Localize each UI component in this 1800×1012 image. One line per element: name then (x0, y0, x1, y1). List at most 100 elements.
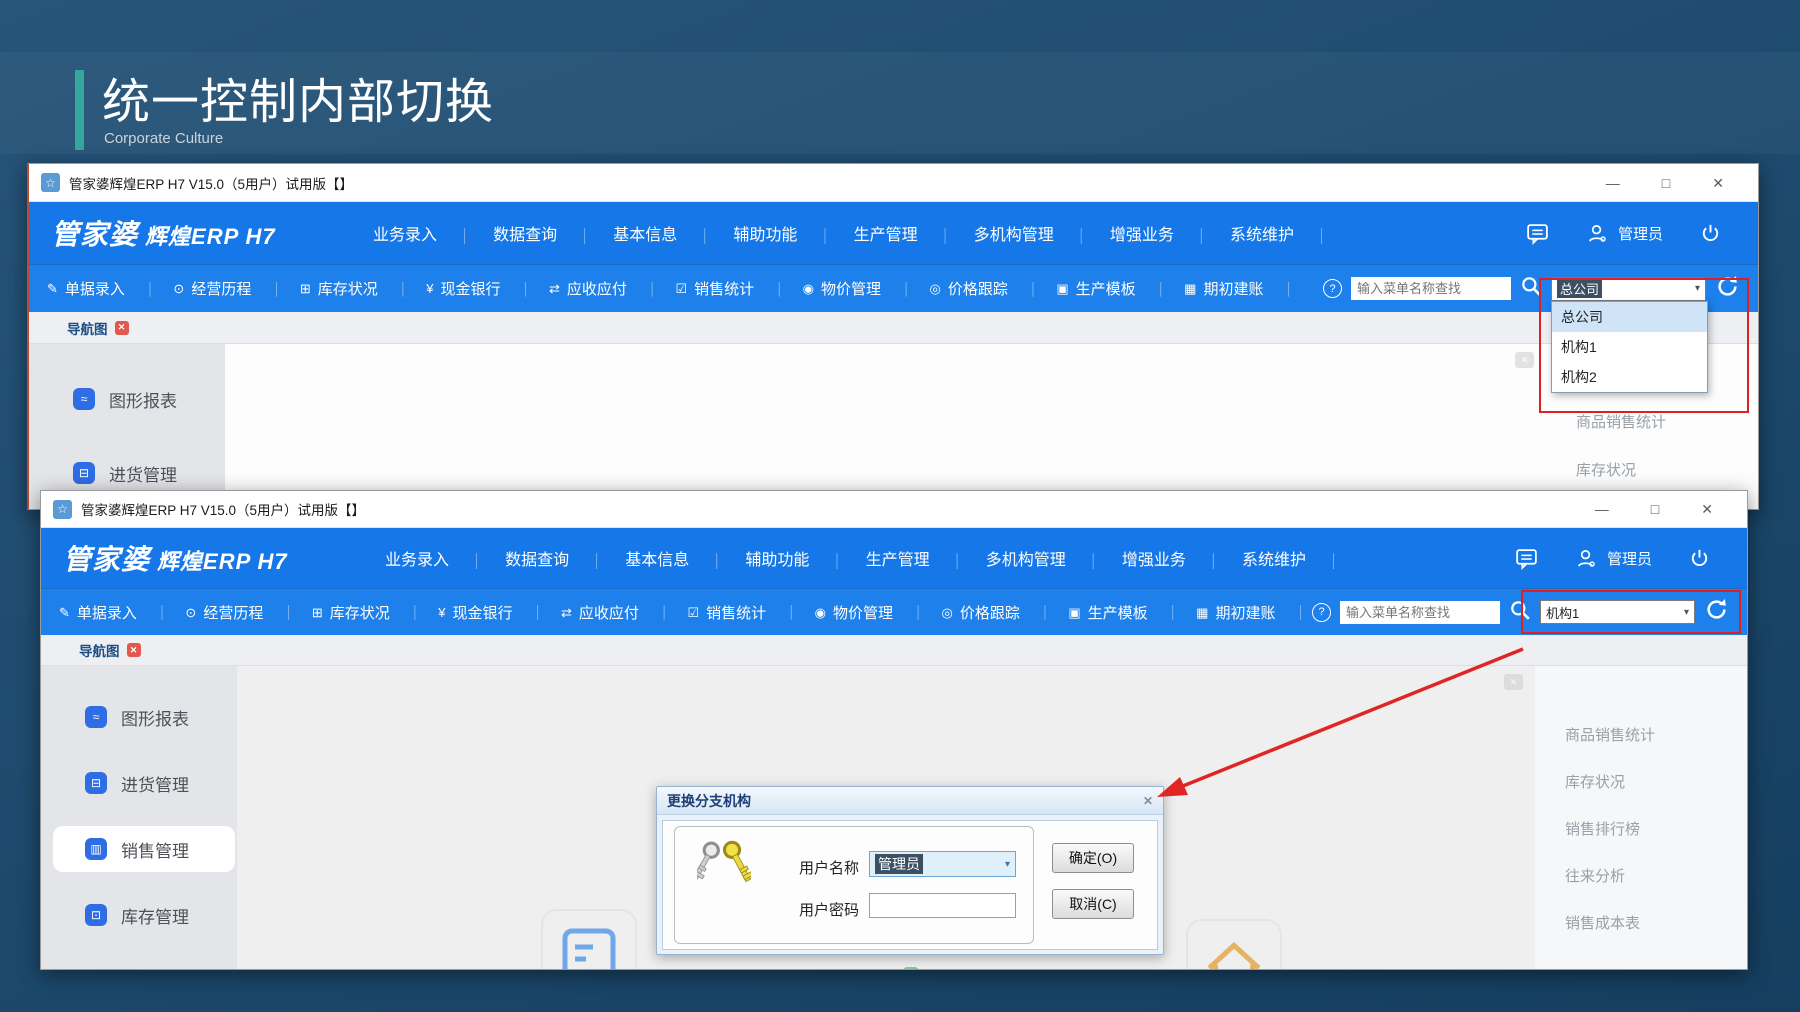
menu-item[interactable]: 辅助功能 (721, 546, 841, 570)
panel-close-icon[interactable]: ✕ (1515, 352, 1534, 368)
maximize-icon[interactable]: □ (1662, 176, 1670, 190)
init-account-icon: ▦ (1196, 606, 1208, 619)
close-icon[interactable]: ✕ (1712, 176, 1724, 190)
report-link[interactable]: 商品销售统计 (1565, 711, 1747, 758)
toolbar-item[interactable]: ◎价格跟踪 (941, 602, 1049, 623)
sidebar-item[interactable]: ≈图形报表 (29, 376, 225, 422)
toolbar-item[interactable]: ◉物价管理 (815, 602, 923, 623)
tab-close-icon[interactable]: ✕ (115, 321, 129, 335)
org-option[interactable]: 总公司 (1552, 302, 1707, 332)
menu-search-input[interactable] (1351, 277, 1511, 300)
report-link[interactable]: 库存状况 (1576, 445, 1758, 493)
toolbar-item[interactable]: ▦期初建账 (1184, 278, 1293, 299)
toolbar-right: ? 机构1 ▾ (1312, 597, 1729, 627)
menu-item[interactable]: 业务录入 (385, 546, 481, 570)
power-icon[interactable] (1699, 222, 1722, 245)
minimize-icon[interactable]: — (1595, 502, 1609, 516)
toolbar-item[interactable]: ¥现金银行 (438, 602, 542, 623)
menu-item[interactable]: 多机构管理 (962, 546, 1098, 570)
tab-navigation-map[interactable]: 导航图 ✕ (79, 640, 141, 660)
password-label: 用户密码 (799, 899, 859, 920)
toolbar-item[interactable]: ◎价格跟踪 (929, 278, 1037, 299)
menu-item[interactable]: 数据查询 (481, 546, 601, 570)
menu-item[interactable]: 系统维护 (1206, 221, 1326, 245)
toolbar-item[interactable]: ▣生产模板 (1068, 602, 1177, 623)
org-option[interactable]: 机构1 (1552, 332, 1707, 362)
ok-button[interactable]: 确定(O) (1052, 843, 1134, 873)
report-link[interactable]: 库存状况 (1565, 758, 1747, 805)
report-link[interactable]: 销售排行榜 (1565, 805, 1747, 852)
password-field[interactable] (869, 893, 1016, 918)
help-icon[interactable]: ? (1323, 279, 1342, 298)
menu-item[interactable]: 基本信息 (589, 221, 709, 245)
report-link[interactable]: 销售成本表 (1565, 899, 1747, 946)
toolbar-item[interactable]: ⊙经营历程 (185, 602, 292, 623)
username-value: 管理员 (875, 854, 923, 874)
org-option[interactable]: 机构2 (1552, 362, 1707, 392)
menu-search-input[interactable] (1340, 601, 1500, 624)
sidebar-item[interactable]: ≈图形报表 (41, 694, 237, 740)
menu-item[interactable]: 增强业务 (1086, 221, 1206, 245)
menu-item[interactable]: 基本信息 (601, 546, 721, 570)
refresh-icon[interactable] (1704, 597, 1729, 627)
title-accent-bar (75, 70, 84, 150)
username-selector[interactable]: 管理员 ▾ (869, 851, 1016, 877)
dialog-body: 用户名称 管理员 ▾ 用户密码 确定(O) 取消(C) (662, 820, 1158, 950)
power-icon[interactable] (1688, 547, 1711, 570)
toolbar-item[interactable]: ✎单据录入 (47, 278, 154, 299)
toolbar-item[interactable]: ⊞库存状况 (312, 602, 419, 623)
sidebar-item[interactable]: ⊟进货管理 (41, 760, 237, 806)
minimize-icon[interactable]: — (1606, 176, 1620, 190)
search-icon[interactable] (1509, 599, 1531, 626)
toolbar-item[interactable]: ☑销售统计 (687, 602, 795, 623)
panel-close-icon[interactable]: ✕ (1504, 674, 1523, 690)
toolbar-item[interactable]: ▣生产模板 (1056, 278, 1165, 299)
dialog-title: 更换分支机构 (667, 791, 751, 811)
current-user[interactable]: 管理员 (1575, 547, 1652, 570)
menu-item[interactable]: 多机构管理 (950, 221, 1086, 245)
org-selector[interactable]: 总公司 ▾ 总公司机构1机构2 (1551, 277, 1706, 301)
toolbar-item[interactable]: ⇄应收应付 (549, 278, 656, 299)
sidebar-item[interactable]: ⊡库存管理 (41, 892, 237, 938)
toolbar-items: ✎单据录入 ⊙经营历程 ⊞库存状况 ¥现金银行 ⇄应收应付 ☑销售统计 ◉物价管理 ◎价格跟踪… (47, 278, 1293, 299)
menu-item[interactable]: 系统维护 (1218, 546, 1338, 570)
dialog-close-icon[interactable]: ✕ (1143, 794, 1153, 808)
menu-item[interactable]: 生产管理 (842, 546, 962, 570)
help-icon[interactable]: ? (1312, 603, 1331, 622)
menu-item[interactable]: 生产管理 (830, 221, 950, 245)
stock-icon: ⊡ (85, 904, 107, 926)
toolbar-item[interactable]: ☑销售统计 (675, 278, 783, 299)
app-logo: 管家婆 辉煌ERP H7 (63, 538, 371, 578)
toolbar-item[interactable]: ✎单据录入 (59, 602, 166, 623)
toolbar-item[interactable]: ¥现金银行 (426, 278, 530, 299)
toolbar-item[interactable]: ⊙经营历程 (173, 278, 280, 299)
menu-bar: 管家婆 辉煌ERP H7 业务录入数据查询基本信息辅助功能生产管理多机构管理增强… (41, 528, 1747, 588)
pricing-icon: ◉ (803, 282, 814, 295)
menu-item[interactable]: 增强业务 (1098, 546, 1218, 570)
sidebar-item[interactable]: ▥销售管理 (53, 826, 235, 872)
close-icon[interactable]: ✕ (1701, 502, 1713, 516)
window-title: 管家婆辉煌ERP H7 V15.0（5用户）试用版【】 (81, 499, 365, 519)
refresh-icon[interactable] (1715, 274, 1740, 304)
org-dropdown-list: 总公司机构1机构2 (1551, 301, 1708, 393)
maximize-icon[interactable]: □ (1651, 502, 1659, 516)
toolbar-item[interactable]: ⇄应收应付 (561, 602, 668, 623)
receivable-icon: ⇄ (561, 606, 572, 619)
search-icon[interactable] (1520, 275, 1542, 302)
current-user[interactable]: 管理员 (1586, 222, 1663, 245)
menu-item[interactable]: 数据查询 (469, 221, 589, 245)
tab-close-icon[interactable]: ✕ (127, 643, 141, 657)
tab-navigation-map[interactable]: 导航图 ✕ (67, 318, 129, 338)
message-icon[interactable] (1514, 546, 1539, 571)
report-link[interactable]: 商品销售统计 (1576, 397, 1758, 445)
toolbar-item[interactable]: ▦期初建账 (1196, 602, 1305, 623)
menu-item[interactable]: 业务录入 (373, 221, 469, 245)
org-selector[interactable]: 机构1 ▾ (1540, 600, 1695, 624)
menu-item[interactable]: 辅助功能 (709, 221, 829, 245)
message-icon[interactable] (1525, 221, 1550, 246)
toolbar-item[interactable]: ⊞库存状况 (300, 278, 407, 299)
toolbar-item[interactable]: ◉物价管理 (803, 278, 911, 299)
report-link[interactable]: 往来分析 (1565, 852, 1747, 899)
nav-card-documents (541, 909, 637, 969)
cancel-button[interactable]: 取消(C) (1052, 889, 1134, 919)
